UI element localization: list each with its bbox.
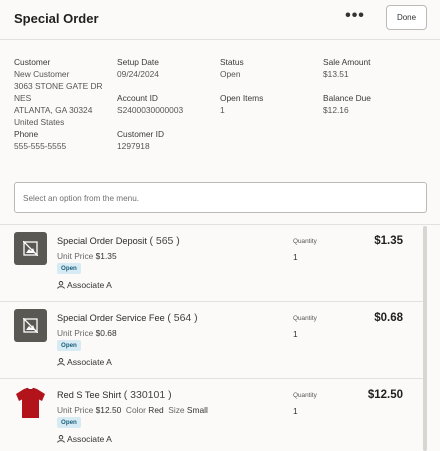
setup-date-value: 09/24/2024 xyxy=(117,69,159,79)
item-total: $12.50 xyxy=(367,389,403,401)
person-icon xyxy=(57,435,65,443)
quantity-label: Quantity xyxy=(293,238,317,245)
amount-column: Sale Amount $13.51 Balance Due $12.16 xyxy=(323,56,371,116)
item-unit-price: Unit Price $1.35 xyxy=(57,251,117,261)
red-tee-shirt-image xyxy=(14,386,47,419)
line-item[interactable]: Red S Tee Shirt ( 330101 ) Unit Price $1… xyxy=(0,379,423,451)
open-items-label: Open Items xyxy=(220,93,264,103)
quantity-label: Quantity xyxy=(293,392,317,399)
sale-amount-label: Sale Amount xyxy=(323,57,371,67)
item-name: Red S Tee Shirt ( 330101 ) xyxy=(57,389,172,401)
status-column: Status Open Open Items 1 xyxy=(220,56,263,116)
customer-name: New Customer xyxy=(14,69,70,79)
quantity-label: Quantity xyxy=(293,315,317,322)
list-scrollbar[interactable] xyxy=(423,226,427,451)
line-item[interactable]: Special Order Service Fee ( 564 ) Unit P… xyxy=(0,302,423,379)
item-id: ( 564 ) xyxy=(167,312,198,324)
customer-address-line1: 3063 STONE GATE DR xyxy=(14,81,103,91)
more-options-button[interactable]: ••• xyxy=(343,8,367,28)
customer-id-label: Customer ID xyxy=(117,129,165,139)
no-image-icon xyxy=(14,232,47,265)
item-unit-price: Unit Price $12.50 Color Red Size Small xyxy=(57,405,208,415)
status-value: Open xyxy=(220,69,241,79)
balance-due-label: Balance Due xyxy=(323,93,371,103)
item-name: Special Order Service Fee ( 564 ) xyxy=(57,312,198,324)
page-title: Special Order xyxy=(14,11,99,26)
phone-value: 555-555-5555 xyxy=(14,141,67,151)
item-id: ( 565 ) xyxy=(149,235,180,247)
order-info: Customer New Customer 3063 STONE GATE DR… xyxy=(0,40,440,172)
no-image-icon xyxy=(14,309,47,342)
customer-country: United States xyxy=(14,117,65,127)
sale-amount-value: $13.51 xyxy=(323,69,349,79)
balance-due-value: $12.16 xyxy=(323,105,349,115)
account-id-label: Account ID xyxy=(117,93,158,103)
customer-id-value: 1297918 xyxy=(117,141,150,151)
status-badge: Open xyxy=(57,340,81,351)
item-unit-price: Unit Price $0.68 xyxy=(57,328,117,338)
customer-label: Customer xyxy=(14,57,51,67)
item-associate: Associate A xyxy=(57,357,112,367)
status-label: Status xyxy=(220,57,244,67)
phone-label: Phone xyxy=(14,129,39,139)
item-associate: Associate A xyxy=(57,280,112,290)
action-select[interactable]: Select an option from the menu. xyxy=(14,182,427,213)
account-column: Setup Date 09/24/2024 Account ID S240003… xyxy=(117,56,183,152)
done-button[interactable]: Done xyxy=(386,5,427,30)
quantity-value: 1 xyxy=(293,406,298,416)
line-item[interactable]: Special Order Deposit ( 565 ) Unit Price… xyxy=(0,225,423,302)
quantity-value: 1 xyxy=(293,329,298,339)
line-items-list: Special Order Deposit ( 565 ) Unit Price… xyxy=(0,224,440,451)
status-badge: Open xyxy=(57,263,81,274)
customer-address-line2: NES xyxy=(14,93,32,103)
item-name: Special Order Deposit ( 565 ) xyxy=(57,235,180,247)
setup-date-label: Setup Date xyxy=(117,57,159,67)
customer-column: Customer New Customer 3063 STONE GATE DR… xyxy=(14,56,103,152)
item-id: ( 330101 ) xyxy=(123,389,172,401)
item-total: $0.68 xyxy=(374,312,403,324)
open-items-value: 1 xyxy=(220,105,225,115)
item-total: $1.35 xyxy=(374,235,403,247)
status-badge: Open xyxy=(57,417,81,428)
person-icon xyxy=(57,281,65,289)
item-associate: Associate A xyxy=(57,434,112,444)
account-id-value: S2400030000003 xyxy=(117,105,184,115)
header-bar: Special Order ••• Done xyxy=(0,0,440,40)
quantity-value: 1 xyxy=(293,252,298,262)
customer-city: ATLANTA, GA 30324 xyxy=(14,105,93,115)
person-icon xyxy=(57,358,65,366)
